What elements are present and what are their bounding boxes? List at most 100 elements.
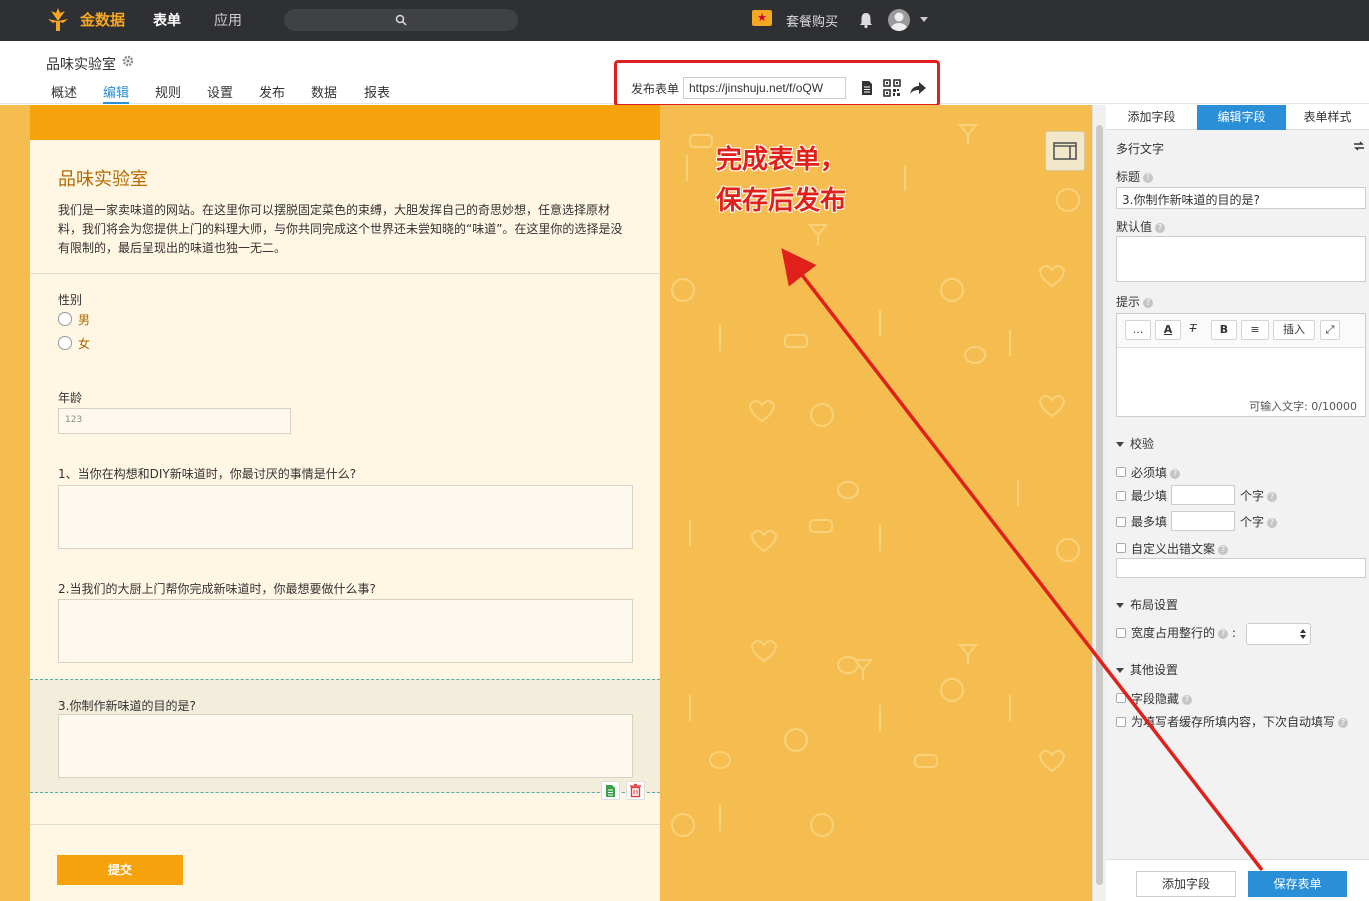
required-checkbox[interactable] — [1116, 467, 1126, 477]
question-1-textarea[interactable] — [58, 485, 633, 549]
question-3-label[interactable]: 3.你制作新味道的目的是? — [58, 697, 196, 714]
notification-bell-icon[interactable] — [857, 11, 875, 29]
global-search-input[interactable] — [284, 9, 518, 31]
form-title[interactable]: 品味实验室 — [58, 165, 148, 191]
help-icon[interactable]: ? — [1170, 468, 1181, 479]
question-2-textarea[interactable] — [58, 599, 633, 663]
max-length-label: 最多填 — [1131, 515, 1168, 529]
other-heading-text: 其他设置 — [1130, 663, 1179, 677]
scrollbar-thumb[interactable] — [1096, 125, 1103, 885]
gender-option-female-label: 女 — [78, 337, 91, 351]
validation-section-header[interactable]: 校验 — [1116, 435, 1154, 452]
hint-rich-text-editor[interactable]: ... A T B ≡ 插入 ⤢ 可输入文字: 0/10000 — [1116, 313, 1366, 417]
tab-publish[interactable]: 发布 — [259, 82, 285, 101]
cache-input-checkbox[interactable] — [1116, 717, 1126, 727]
help-icon[interactable]: ? — [1267, 517, 1278, 528]
user-menu-chevron-down-icon[interactable] — [920, 17, 928, 22]
max-length-input[interactable] — [1171, 511, 1235, 531]
nav-forms[interactable]: 表单 — [153, 10, 181, 30]
tab-edit-field[interactable]: 编辑字段 — [1197, 105, 1286, 130]
custom-error-label: 自定义出错文案? — [1131, 540, 1229, 557]
user-avatar[interactable] — [888, 9, 910, 31]
number-field-icon: 123 — [65, 415, 83, 425]
cache-input-label: 为填写者缓存所填内容，下次自动填写? — [1131, 713, 1349, 730]
qr-code-icon[interactable] — [883, 79, 901, 97]
divider — [30, 273, 660, 274]
submit-button[interactable]: 提交 — [57, 855, 183, 885]
hide-field-label-text: 字段隐藏 — [1131, 692, 1180, 706]
hide-field-label: 字段隐藏? — [1131, 690, 1193, 707]
validation-heading-text: 校验 — [1130, 437, 1155, 451]
delete-field-button[interactable] — [626, 781, 645, 800]
jinshuju-logo-icon[interactable] — [45, 7, 71, 33]
tab-add-field[interactable]: 添加字段 — [1106, 105, 1197, 130]
publish-form-panel: 发布表单 https://jinshuju.net/f/oQW — [614, 60, 940, 107]
selected-field-question-3[interactable]: 3.你制作新味道的目的是? — [30, 679, 660, 793]
canvas-scrollbar[interactable] — [1092, 105, 1106, 901]
tab-form-style[interactable]: 表单样式 — [1286, 105, 1369, 130]
insert-dropdown[interactable]: 插入 — [1273, 320, 1315, 340]
question-2-label[interactable]: 2.当我们的大厨上门帮你完成新味道时，你最想要做什么事? — [58, 580, 376, 597]
share-arrow-icon[interactable] — [909, 79, 927, 97]
paragraph-format-dropdown[interactable]: ... — [1125, 320, 1151, 340]
add-field-button[interactable]: 添加字段 — [1136, 871, 1236, 897]
help-icon[interactable]: ? — [1267, 491, 1278, 502]
hide-field-checkbox[interactable] — [1116, 693, 1126, 703]
default-value-textarea[interactable] — [1116, 236, 1366, 282]
help-icon[interactable]: ? — [1182, 694, 1193, 705]
help-icon[interactable]: ? — [1338, 717, 1349, 728]
gear-icon[interactable] — [122, 55, 134, 67]
min-unit-text: 个字 — [1240, 489, 1265, 503]
publish-url-field[interactable]: https://jinshuju.net/f/oQW — [683, 77, 846, 99]
width-select[interactable] — [1246, 623, 1311, 645]
max-unit-label: 个字? — [1240, 513, 1278, 530]
age-number-input[interactable]: 123 — [58, 408, 291, 434]
custom-error-input[interactable] — [1116, 558, 1366, 578]
align-left-icon[interactable]: ≡ — [1241, 320, 1269, 340]
field-type-label: 多行文字 — [1116, 142, 1165, 156]
custom-error-checkbox[interactable] — [1116, 543, 1126, 553]
buy-plan-link[interactable]: 套餐购买 — [786, 11, 838, 30]
side-panel-footer: 添加字段 保存表单 — [1106, 859, 1369, 901]
question-3-textarea[interactable] — [58, 714, 633, 778]
plan-star-icon[interactable]: ★ — [752, 10, 772, 26]
brand-name[interactable]: 金数据 — [80, 9, 125, 30]
tab-overview[interactable]: 概述 — [51, 82, 77, 101]
age-label[interactable]: 年龄 — [58, 389, 82, 406]
bold-icon[interactable]: B — [1211, 320, 1237, 340]
tab-data[interactable]: 数据 — [311, 82, 337, 101]
clear-format-icon[interactable]: T — [1183, 320, 1203, 340]
font-color-icon[interactable]: A — [1155, 320, 1181, 340]
min-length-checkbox[interactable] — [1116, 491, 1126, 501]
save-form-button[interactable]: 保存表单 — [1248, 871, 1347, 897]
top-navigation-bar: 金数据 表单 应用 ★ 套餐购买 — [0, 0, 1369, 41]
preview-mode-toggle[interactable] — [1045, 131, 1085, 171]
field-title-input[interactable]: 3.你制作新味道的目的是? — [1116, 187, 1366, 209]
min-length-input[interactable] — [1171, 485, 1235, 505]
copy-icon — [606, 785, 615, 797]
fullscreen-icon[interactable]: ⤢ — [1320, 320, 1340, 340]
help-icon[interactable]: ? — [1143, 297, 1154, 308]
gender-radio-female[interactable] — [58, 336, 72, 350]
tab-settings[interactable]: 设置 — [207, 82, 233, 101]
full-width-checkbox[interactable] — [1116, 628, 1126, 638]
layout-section-header[interactable]: 布局设置 — [1116, 596, 1178, 613]
switch-field-type-icon[interactable] — [1353, 140, 1365, 152]
copy-link-icon[interactable] — [858, 79, 876, 97]
duplicate-field-button[interactable] — [601, 781, 620, 800]
help-icon[interactable]: ? — [1218, 628, 1229, 639]
max-length-checkbox[interactable] — [1116, 517, 1126, 527]
active-tab-indicator — [103, 102, 129, 104]
nav-apps[interactable]: 应用 — [214, 10, 242, 30]
gender-radio-male[interactable] — [58, 312, 72, 326]
other-section-header[interactable]: 其他设置 — [1116, 661, 1178, 678]
help-icon[interactable]: ? — [1218, 544, 1229, 555]
help-icon[interactable]: ? — [1143, 172, 1154, 183]
tab-edit[interactable]: 编辑 — [103, 82, 129, 101]
form-description[interactable]: 我们是一家卖味道的网站。在这里你可以摆脱固定菜色的束缚，大胆发挥自己的奇思妙想，… — [58, 201, 628, 258]
help-icon[interactable]: ? — [1155, 222, 1166, 233]
gender-label[interactable]: 性别 — [58, 291, 82, 308]
tab-rules[interactable]: 规则 — [155, 82, 181, 101]
question-1-label[interactable]: 1、当你在构想和DIY新味道时，你最讨厌的事情是什么? — [58, 465, 356, 482]
tab-reports[interactable]: 报表 — [364, 82, 390, 101]
